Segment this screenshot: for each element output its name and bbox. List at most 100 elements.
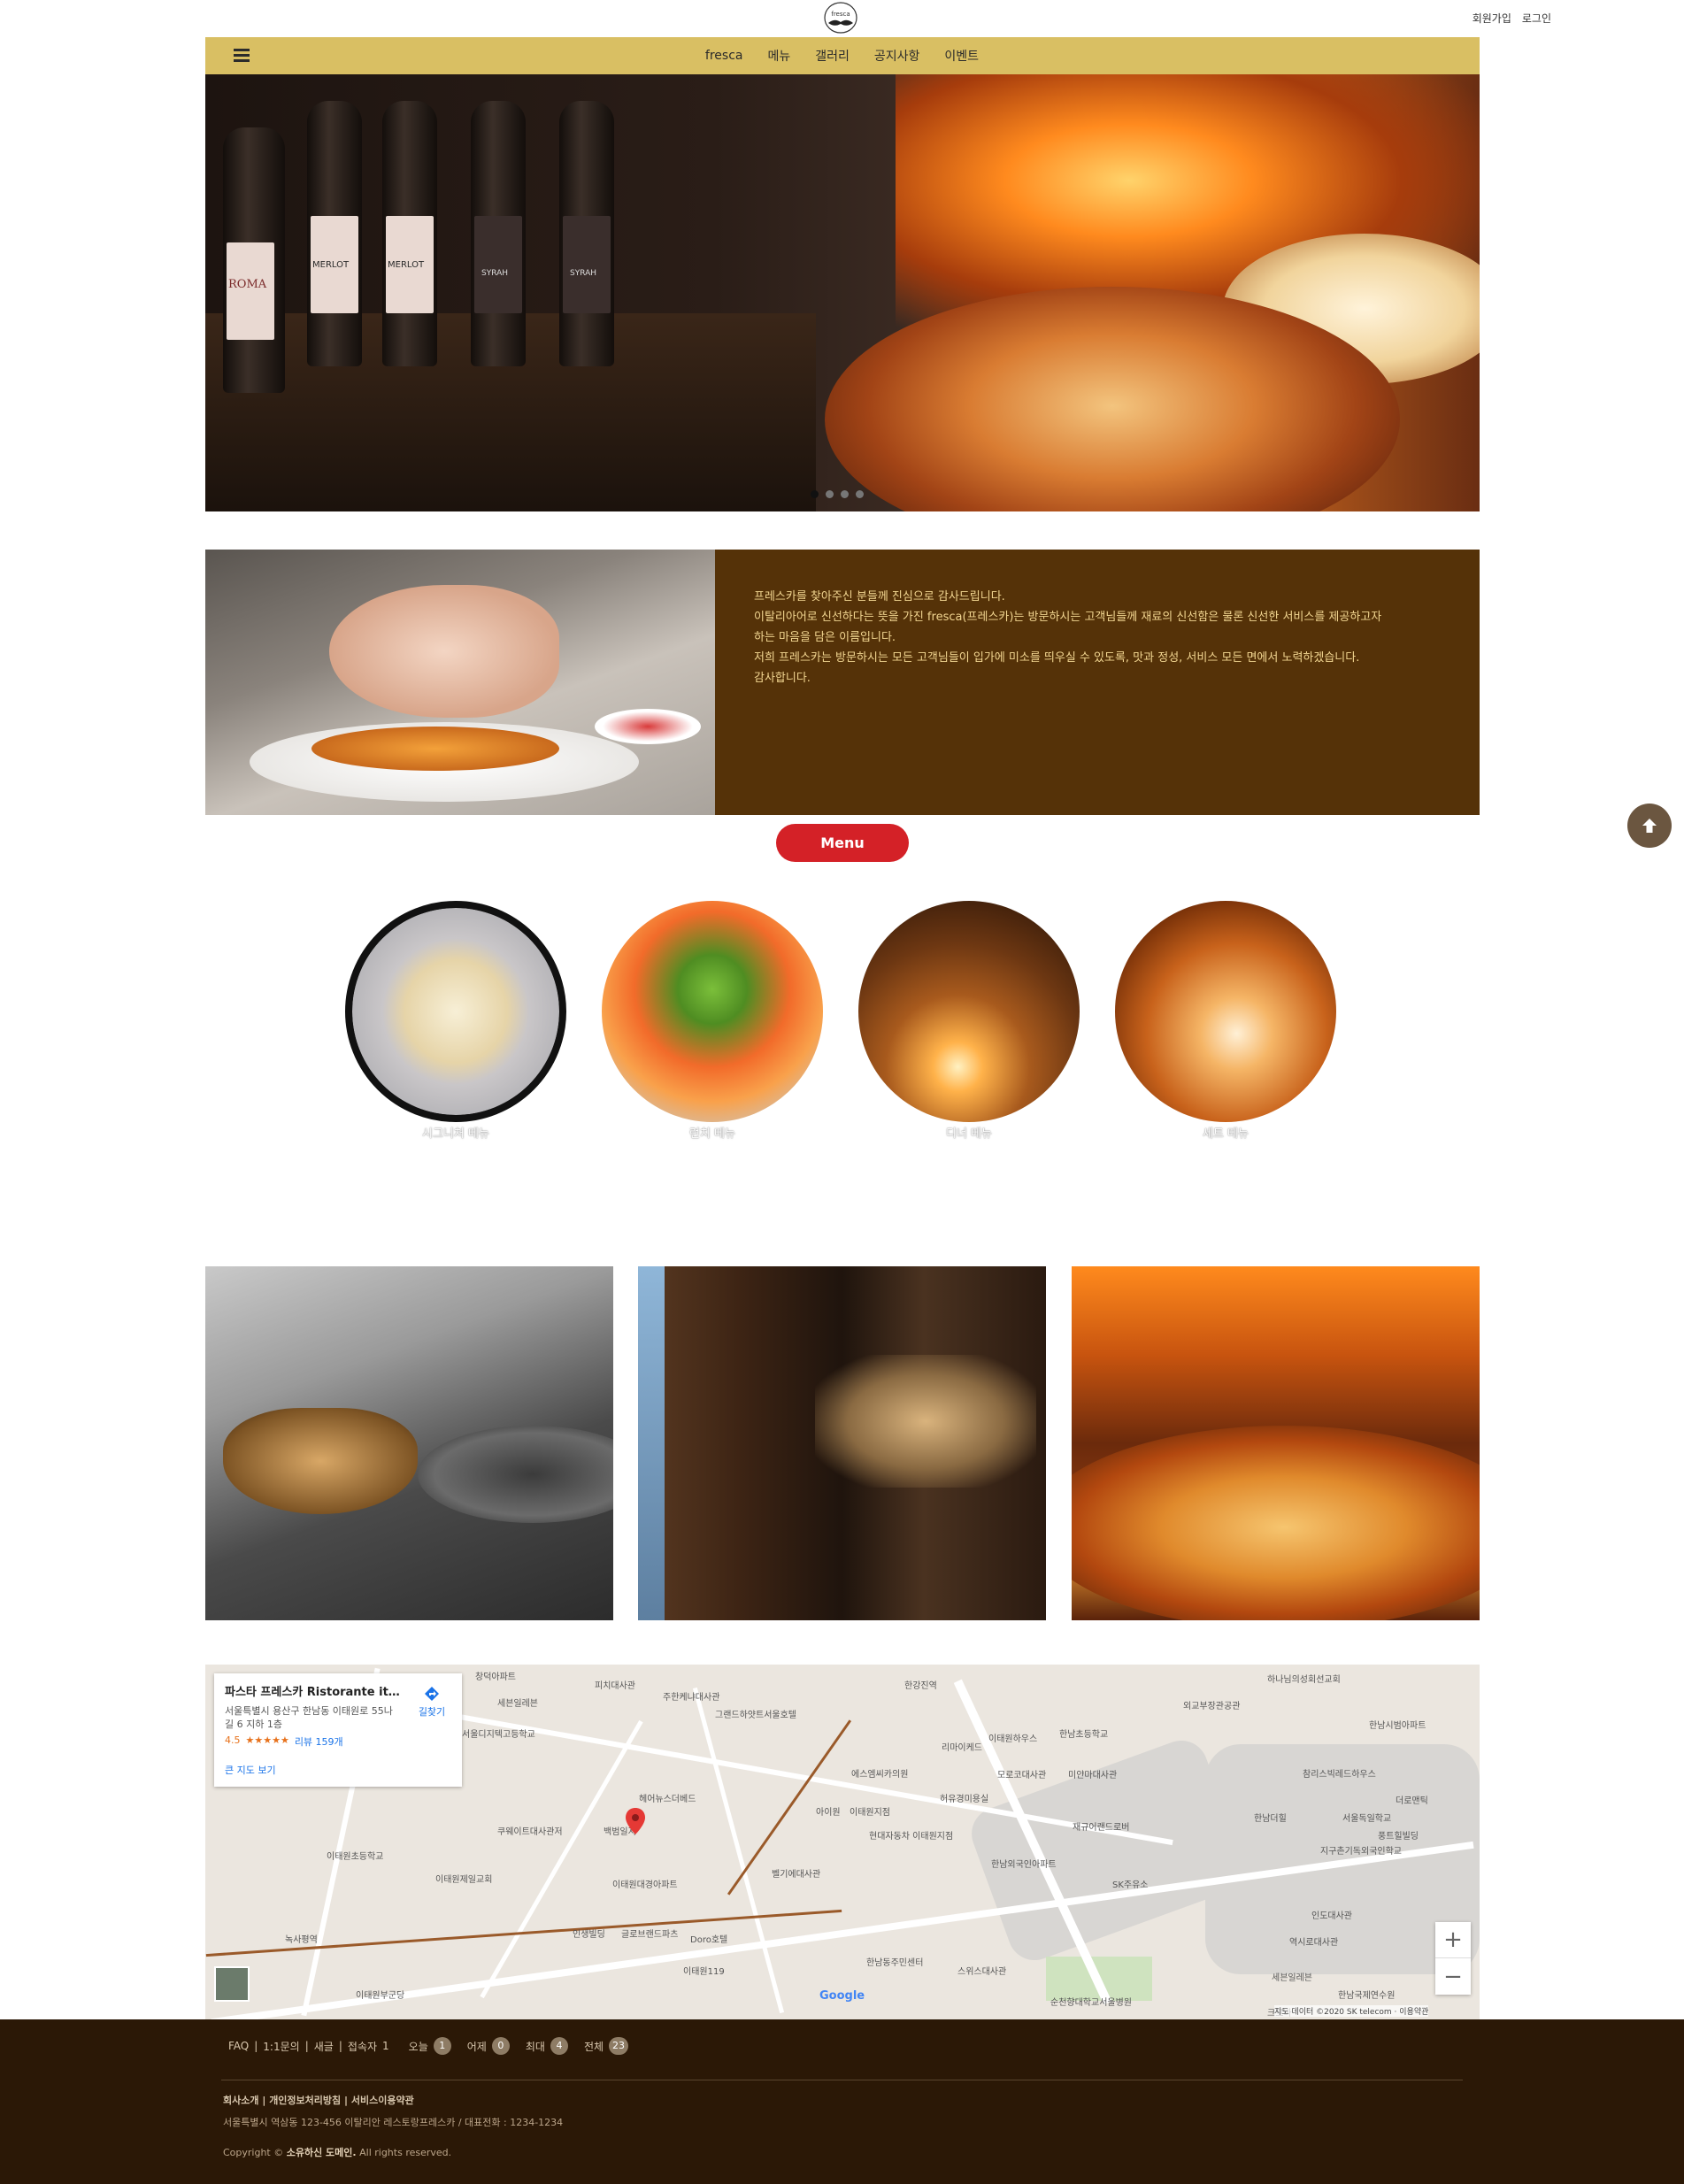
today-label: 오늘 bbox=[408, 2040, 428, 2053]
map-label: 모로코대사관 bbox=[997, 1771, 1047, 1780]
map-label: 지구촌기독외국인학교 bbox=[1320, 1847, 1402, 1857]
map-label: 녹사평역 bbox=[285, 1935, 318, 1945]
menu-item-image[interactable] bbox=[858, 901, 1080, 1122]
map-label: 재규어랜드로버 bbox=[1073, 1823, 1130, 1833]
google-logo: Google bbox=[819, 1989, 865, 2003]
about-line: 프레스카를 찾아주신 분들께 진심으로 감사드립니다. bbox=[754, 590, 1005, 604]
footer-copyright: Copyright © 소유하신 도메인. All rights reserve… bbox=[223, 2147, 452, 2158]
gallery-image[interactable] bbox=[1072, 1266, 1480, 1620]
map-label: 한남초등학교 bbox=[1059, 1730, 1109, 1740]
about-line: 저희 프레스카는 방문하시는 모든 고객님들이 입가에 미소를 띄우실 수 있도… bbox=[754, 651, 1360, 665]
map-label: 이태원지점 bbox=[850, 1808, 890, 1818]
visitors-value: 1 bbox=[382, 2040, 389, 2052]
map-zoom-controls: + − bbox=[1435, 1922, 1471, 1995]
map-label: 하나님의성회선교회 bbox=[1267, 1675, 1341, 1685]
map-pin-icon[interactable] bbox=[626, 1808, 645, 1834]
map-label: Doro호텔 bbox=[690, 1935, 728, 1945]
map-label: 세븐일레븐 bbox=[497, 1699, 538, 1709]
rating-value: 4.5 bbox=[225, 1734, 241, 1746]
max-label: 최대 bbox=[525, 2040, 545, 2053]
menu-item-image[interactable] bbox=[1115, 901, 1336, 1122]
reviews-link[interactable]: 리뷰 159개 bbox=[295, 1734, 343, 1749]
map-label: 한남더힐 bbox=[1254, 1814, 1287, 1824]
map-label: 이태원하우스 bbox=[988, 1734, 1038, 1744]
map-label: 스위스대사관 bbox=[957, 1967, 1007, 1977]
directions-icon bbox=[425, 1687, 439, 1701]
place-address: 서울특별시 용산구 한남동 이태원로 55나길 6 지하 1층 bbox=[225, 1705, 393, 1730]
menu-item-image[interactable] bbox=[602, 901, 823, 1122]
map-label: 이태원제일교회 bbox=[435, 1875, 493, 1885]
map-label: 아이원 bbox=[816, 1808, 841, 1818]
map-label: 풍트힐빌딩 bbox=[1378, 1832, 1419, 1842]
larger-map-link[interactable]: 큰 지도 보기 bbox=[225, 1763, 451, 1777]
slider-dot[interactable] bbox=[811, 490, 819, 498]
menu-item-label[interactable]: 런치 메뉴 bbox=[602, 1124, 823, 1141]
satellite-toggle[interactable] bbox=[214, 1966, 250, 2002]
map-label: 쿠웨이트대사관저 bbox=[497, 1827, 563, 1837]
menu-item-label[interactable]: 디너 메뉴 bbox=[858, 1124, 1080, 1141]
slider-dot[interactable] bbox=[826, 490, 834, 498]
nav-item-gallery[interactable]: 갤러리 bbox=[815, 47, 850, 65]
map-label: 창덕아파트 bbox=[475, 1673, 516, 1682]
slider-dots bbox=[811, 490, 864, 498]
map-label: 이태원부군당 bbox=[356, 1991, 405, 2001]
wine-bottle: ROMA bbox=[223, 127, 285, 393]
menu-item-image[interactable] bbox=[345, 901, 566, 1122]
yesterday-count: 0 bbox=[491, 2037, 510, 2055]
login-link[interactable]: 로그인 bbox=[1522, 11, 1551, 26]
chef-plating-image bbox=[205, 550, 715, 815]
slider-dot[interactable] bbox=[841, 490, 849, 498]
map-place-card: 파스타 프레스카 Ristorante ita... 서울특별시 용산구 한남동… bbox=[214, 1673, 462, 1787]
today-count: 1 bbox=[433, 2037, 451, 2055]
inquiry-link[interactable]: 1:1문의 bbox=[263, 2039, 299, 2054]
nav-item-fresca[interactable]: fresca bbox=[705, 49, 743, 63]
map-label: 헤어뉴스더베드 bbox=[639, 1795, 696, 1804]
directions-button[interactable]: 길찾기 bbox=[414, 1686, 450, 1719]
map-label: 그랜드하얏트서울호텔 bbox=[715, 1711, 796, 1720]
wine-bottle: MERLOT bbox=[382, 101, 437, 366]
signup-link[interactable]: 회원가입 bbox=[1473, 11, 1511, 26]
zoom-in-button[interactable]: + bbox=[1435, 1922, 1471, 1958]
map-label: 미얀마대사관 bbox=[1068, 1771, 1118, 1780]
menu-item-label[interactable]: 세트 메뉴 bbox=[1115, 1124, 1336, 1141]
menu-item-label[interactable]: 시그니처 메뉴 bbox=[345, 1124, 566, 1141]
about-line: 감사합니다. bbox=[754, 672, 811, 685]
map-label: 순천향대학교서울병원 bbox=[1050, 1998, 1132, 2008]
faq-link[interactable]: FAQ bbox=[228, 2040, 249, 2052]
new-posts-link[interactable]: 새글 bbox=[314, 2039, 334, 2054]
map-label: 역시로대사관 bbox=[1289, 1938, 1339, 1948]
nav-item-notice[interactable]: 공지사항 bbox=[874, 47, 920, 65]
total-label: 전체 bbox=[583, 2040, 604, 2053]
total-count: 23 bbox=[609, 2037, 629, 2055]
map-label: 한강진역 bbox=[904, 1681, 937, 1691]
gallery-image[interactable] bbox=[205, 1266, 613, 1620]
scroll-top-button[interactable] bbox=[1627, 804, 1672, 848]
map-label: 한남동주민센터 bbox=[866, 1958, 924, 1968]
slider-dot[interactable] bbox=[856, 490, 864, 498]
company-link[interactable]: 회사소개 bbox=[223, 2095, 258, 2106]
about-line: 하는 마음을 담은 이름입니다. bbox=[754, 631, 896, 644]
yesterday-label: 어제 bbox=[466, 2040, 487, 2053]
site-logo[interactable]: fresca bbox=[818, 0, 864, 37]
privacy-link[interactable]: 개인정보처리방침 bbox=[269, 2095, 341, 2106]
hero-slider[interactable]: ROMA MERLOT MERLOT SYRAH SYRAH bbox=[205, 74, 1480, 511]
rating-stars: ★★★★★ bbox=[245, 1734, 289, 1746]
nav-item-menu[interactable]: 메뉴 bbox=[767, 47, 790, 65]
place-title[interactable]: 파스타 프레스카 Ristorante ita... bbox=[225, 1682, 402, 1699]
directions-label: 길찾기 bbox=[418, 1706, 446, 1718]
map-label: 이태원119 bbox=[683, 1967, 725, 1977]
max-count: 4 bbox=[550, 2037, 568, 2055]
gallery-image[interactable] bbox=[638, 1266, 1046, 1620]
visitors-label: 접속자 bbox=[347, 2040, 378, 2053]
map-label: 허유경미용실 bbox=[940, 1795, 989, 1804]
terms-link[interactable]: 서비스이용약관 bbox=[351, 2095, 414, 2106]
map-label: 인도대사관 bbox=[1311, 1911, 1352, 1921]
svg-text:fresca: fresca bbox=[831, 11, 850, 18]
zoom-out-button[interactable]: − bbox=[1435, 1958, 1471, 1995]
menu-button[interactable]: Menu bbox=[776, 824, 909, 862]
map-attribution[interactable]: 지도 데이터 ©2020 SK telecom · 이용약관 bbox=[1274, 2005, 1429, 2017]
map-label: 글로브랜드파츠 bbox=[621, 1930, 679, 1940]
about-line: 이탈리아어로 신선하다는 뜻을 가진 fresca(프레스카)는 방문하시는 고… bbox=[754, 611, 1382, 624]
nav-item-event[interactable]: 이벤트 bbox=[944, 47, 979, 65]
map-label: 피치대사관 bbox=[595, 1681, 635, 1691]
